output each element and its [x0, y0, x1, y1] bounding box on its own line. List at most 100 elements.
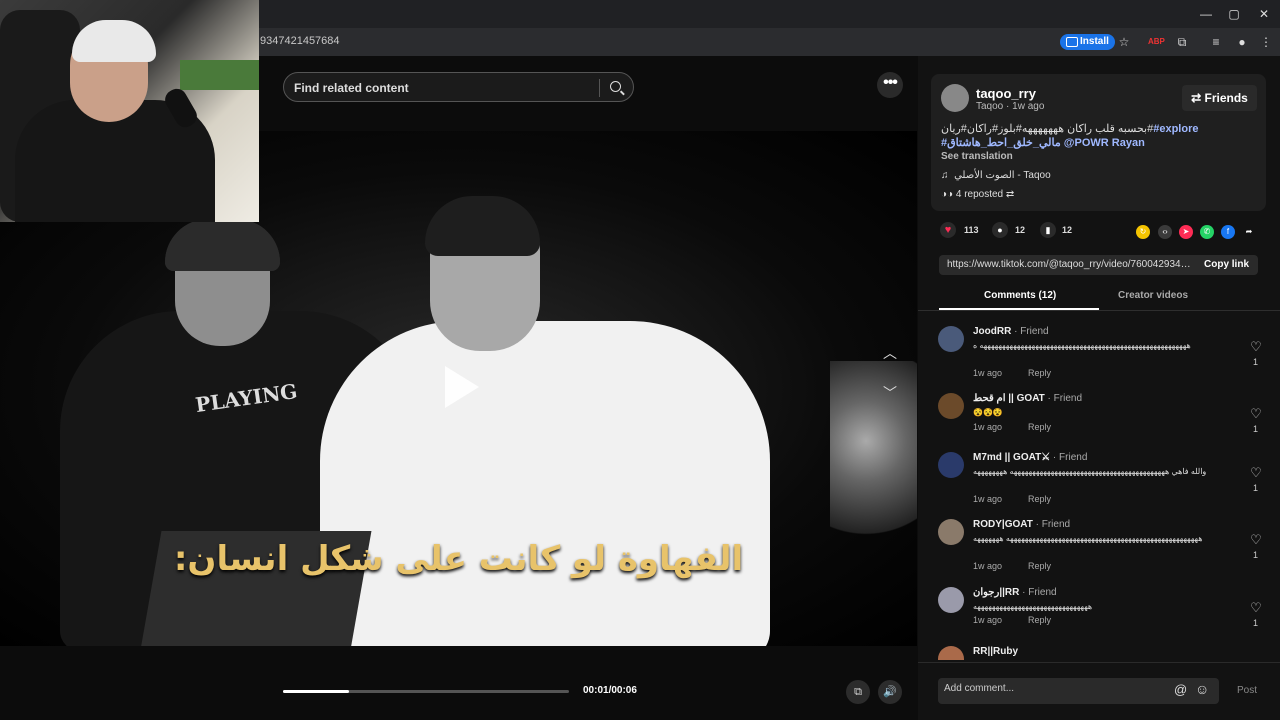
- video-panel: ••• PLAYING الفهاوة لو كانت على شكل انسا…: [0, 0, 918, 720]
- comment-like-icon[interactable]: ♡: [1249, 340, 1263, 354]
- repost-share-icon[interactable]: ↻: [1136, 225, 1150, 239]
- comment-like-count: 1: [1253, 424, 1259, 434]
- comment-author[interactable]: RR||Ruby: [973, 646, 1018, 657]
- comment-avatar[interactable]: [938, 452, 964, 478]
- comment-item: JoodRR · Friend هههههههههههههههههههههههه…: [938, 326, 1273, 386]
- search-icon[interactable]: [610, 81, 621, 92]
- comment-bubble-icon[interactable]: ●: [992, 222, 1008, 238]
- comment-like-icon[interactable]: ♡: [1249, 466, 1263, 480]
- comment-author[interactable]: M7md || GOAT⚔ · Friend: [973, 452, 1087, 463]
- mention-at-icon[interactable]: @: [1174, 682, 1187, 697]
- copy-link-button[interactable]: Copy link: [1204, 259, 1249, 270]
- creator-subline: Taqoo · 1w ago: [976, 101, 1045, 112]
- save-count: 12: [1062, 225, 1073, 235]
- video-link-text[interactable]: https://www.tiktok.com/@taqoo_rry/video/…: [947, 259, 1192, 270]
- comment-like-icon[interactable]: ♡: [1249, 601, 1263, 615]
- comment-author[interactable]: RODY|GOAT · Friend: [973, 519, 1070, 530]
- video-controls: 00:01/00:06 ⧉ 🔊: [0, 646, 917, 720]
- url-text[interactable]: 9347421457684: [260, 35, 340, 47]
- comment-like-icon[interactable]: ♡: [1249, 533, 1263, 547]
- comment-text: 😵😵😵: [973, 408, 1003, 417]
- post-comment-button[interactable]: Post: [1237, 685, 1257, 696]
- creator-username[interactable]: taqoo_rry: [976, 86, 1036, 101]
- comment-item: رجوان||RR · Friend ههههههههههههههههههههه…: [938, 587, 1273, 647]
- video-caption: الفهاوة لو كانت على شكل انسان:: [173, 539, 744, 579]
- comment-text: هههههههههههههههههههههههههههههههههههههههه…: [973, 341, 1191, 350]
- comment-author[interactable]: JoodRR · Friend: [973, 326, 1049, 337]
- send-share-icon[interactable]: ➤: [1179, 225, 1193, 239]
- creator-avatar[interactable]: [941, 84, 969, 112]
- reply-button[interactable]: Reply: [1028, 615, 1051, 625]
- add-comment-input[interactable]: [944, 683, 1164, 694]
- reply-button[interactable]: Reply: [1028, 368, 1051, 378]
- comment-like-count: 1: [1253, 618, 1259, 628]
- webcam-overlay: [0, 0, 259, 222]
- comment-item: ام قحط || GOAT · Friend 😵😵😵 1w ago Reply…: [938, 393, 1273, 453]
- progress-bar[interactable]: [283, 690, 569, 693]
- comment-author[interactable]: ام قحط || GOAT · Friend: [973, 393, 1082, 404]
- comment-avatar[interactable]: [938, 326, 964, 352]
- comment-avatar[interactable]: [938, 646, 964, 660]
- music-row[interactable]: ♫ الصوت الأصلي - Taqoo: [941, 170, 1051, 181]
- active-tab-indicator: [939, 308, 1099, 310]
- comment-avatar[interactable]: [938, 519, 964, 545]
- comment-avatar[interactable]: [938, 587, 964, 613]
- tab-divider: [918, 310, 1280, 311]
- related-search-box[interactable]: [283, 72, 634, 102]
- chevron-down-icon[interactable]: ﹀: [879, 383, 901, 405]
- like-heart-icon[interactable]: ♥: [940, 222, 956, 238]
- profile-avatar-icon[interactable]: ●: [1234, 34, 1250, 50]
- play-icon[interactable]: [445, 366, 479, 408]
- more-options-button[interactable]: •••: [877, 72, 903, 98]
- share-forward-icon[interactable]: ➦: [1242, 225, 1256, 239]
- video-timecode: 00:01/00:06: [583, 685, 637, 696]
- tab-comments[interactable]: Comments (12): [984, 290, 1056, 301]
- emoji-icon[interactable]: ☺: [1195, 681, 1209, 697]
- facebook-icon[interactable]: f: [1221, 225, 1235, 239]
- comment-text: والله فاهي ههههههههههههههههههههههههههههه…: [973, 467, 1207, 476]
- comment-time: 1w ago: [973, 561, 1003, 571]
- comment-time: 1w ago: [973, 494, 1003, 504]
- person-left-beanie: [165, 219, 280, 271]
- reply-button[interactable]: Reply: [1028, 422, 1051, 432]
- pip-icon[interactable]: ⧉: [846, 680, 870, 704]
- bookmark-icon[interactable]: ▮: [1040, 222, 1056, 238]
- comment-avatar[interactable]: [938, 393, 964, 419]
- comment-text: هههههههههههههههههههههههههههههههه: [973, 602, 1093, 611]
- bookmark-star-icon[interactable]: ☆: [1116, 34, 1132, 50]
- add-comment-box[interactable]: @ ☺: [938, 678, 1219, 704]
- install-button[interactable]: Install: [1060, 34, 1115, 50]
- like-count: 113: [964, 225, 979, 235]
- details-panel: taqoo_rry Taqoo · 1w ago ⇄ Friends بحسبه…: [918, 56, 1280, 720]
- repost-row[interactable]: ◑◑ 4 reposted ⇄: [941, 189, 1014, 200]
- comment-like-icon[interactable]: ♡: [1249, 407, 1263, 421]
- see-translation-link[interactable]: See translation: [941, 151, 1013, 162]
- minimize-button[interactable]: —: [1196, 5, 1216, 23]
- hashtag-explore[interactable]: #explore: [1153, 123, 1198, 135]
- whatsapp-icon[interactable]: ✆: [1200, 225, 1214, 239]
- reply-button[interactable]: Reply: [1028, 561, 1051, 571]
- chevron-up-icon[interactable]: ︿: [879, 343, 901, 365]
- cam-person-cap: [72, 20, 156, 62]
- post-card: taqoo_rry Taqoo · 1w ago ⇄ Friends بحسبه…: [931, 74, 1266, 211]
- menu-kebab-icon[interactable]: ⋮: [1258, 34, 1274, 50]
- hashtag-line2[interactable]: #مالي_خلق_احط_هاشتاق: [941, 137, 1061, 149]
- media-icon[interactable]: ≡: [1208, 34, 1224, 50]
- tab-creator-videos[interactable]: Creator videos: [1118, 290, 1188, 301]
- friends-button[interactable]: ⇄ Friends: [1182, 85, 1257, 111]
- restore-button[interactable]: ▢: [1224, 5, 1244, 23]
- friends-label: Friends: [1204, 91, 1248, 105]
- comment-like-count: 1: [1253, 483, 1259, 493]
- extensions-icon[interactable]: ⧉: [1174, 34, 1190, 50]
- comment-item: RR||Ruby: [938, 646, 1273, 660]
- desc-arabic: بحسبه قلب راكان هههههههه#بلوز#راكان#ريان…: [941, 123, 1154, 135]
- comment-author[interactable]: رجوان||RR · Friend: [973, 587, 1057, 598]
- search-input[interactable]: [294, 79, 594, 97]
- close-window-button[interactable]: ✕: [1254, 5, 1274, 23]
- volume-icon[interactable]: 🔊: [878, 680, 902, 704]
- embed-code-icon[interactable]: ‹›: [1158, 225, 1172, 239]
- mention-link[interactable]: @POWR Rayan: [1064, 137, 1145, 149]
- reply-button[interactable]: Reply: [1028, 494, 1051, 504]
- adblock-icon[interactable]: ABP: [1148, 34, 1165, 50]
- reposted-label: 4 reposted: [955, 189, 1004, 200]
